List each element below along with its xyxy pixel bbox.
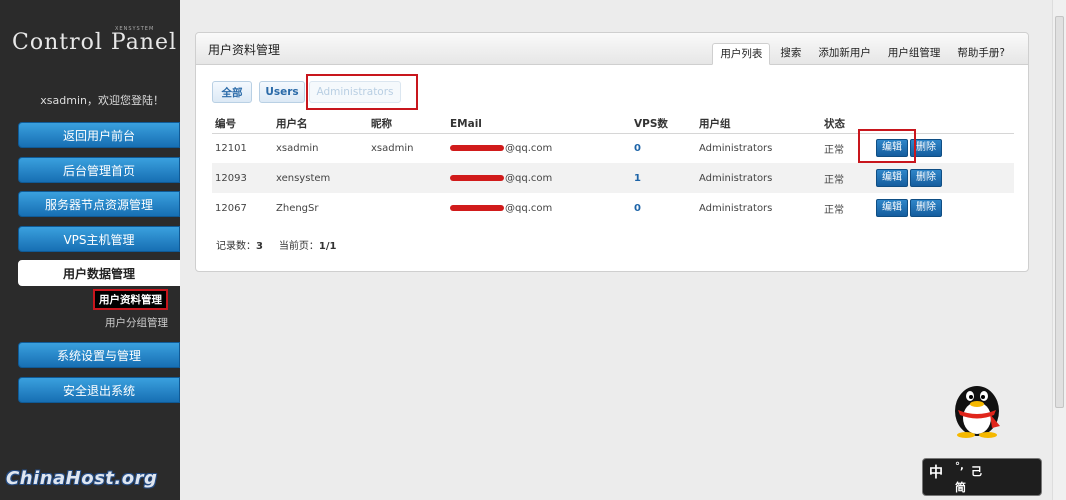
- panel-header: 用户资料管理 用户列表 搜索 添加新用户 用户组管理 帮助手册?: [196, 33, 1028, 65]
- ime-toolbar[interactable]: 中 °, 己 简: [922, 458, 1042, 496]
- cell-status: 正常: [824, 204, 844, 216]
- redaction-mark: [450, 174, 504, 181]
- nav-logout[interactable]: 安全退出系统: [18, 377, 180, 403]
- tab-bar: 用户列表 搜索 添加新用户 用户组管理 帮助手册?: [709, 43, 1012, 65]
- highlight-box: [858, 129, 916, 163]
- col-email: EMail: [447, 115, 631, 134]
- ime-mode-chinese[interactable]: 中: [929, 462, 943, 482]
- col-vps-count: VPS数: [631, 115, 696, 134]
- sidebar-item-user-groups[interactable]: 用户分组管理: [105, 315, 168, 330]
- cell-nickname: [368, 193, 447, 223]
- tab-help[interactable]: 帮助手册?: [950, 43, 1012, 65]
- cell-vps-count[interactable]: 1: [631, 163, 696, 193]
- page-title: 用户资料管理: [208, 43, 281, 57]
- cell-email: @qq.com: [447, 193, 631, 223]
- cell-vps-count[interactable]: 0: [631, 133, 696, 163]
- redaction-mark: [450, 204, 504, 211]
- user-panel: 用户资料管理 用户列表 搜索 添加新用户 用户组管理 帮助手册? 全部 User…: [195, 32, 1029, 272]
- sidebar-item-user-profiles[interactable]: 用户资料管理: [93, 289, 168, 310]
- records-count: 3: [256, 241, 263, 252]
- welcome-text: xsadmin，欢迎您登陆！: [40, 94, 164, 107]
- qq-penguin-icon[interactable]: [942, 378, 1012, 438]
- ime-fullwidth[interactable]: 己: [971, 463, 982, 479]
- watermark-logo: ChinaHost.org: [6, 468, 158, 489]
- redaction-mark: [450, 144, 504, 151]
- cell-email: @qq.com: [447, 133, 631, 163]
- email-suffix: @qq.com: [505, 202, 553, 214]
- ime-simplified[interactable]: 简: [955, 479, 966, 495]
- nav-server-nodes[interactable]: 服务器节点资源管理: [18, 191, 180, 217]
- ime-punctuation[interactable]: °,: [955, 461, 964, 472]
- cell-nickname: xsadmin: [371, 142, 414, 154]
- cell-group: Administrators: [699, 202, 773, 214]
- delete-button[interactable]: 删除: [910, 169, 942, 187]
- highlight-box: [306, 74, 418, 110]
- edit-button[interactable]: 编辑: [876, 169, 908, 187]
- table-row: 12093 xensystem @qq.com 1 Administrators…: [212, 163, 1014, 193]
- cell-id: 12101: [215, 142, 247, 154]
- sidebar: XENSYSTEM Control Panel xsadmin，欢迎您登陆！ 返…: [0, 0, 180, 500]
- cell-username: xensystem: [273, 163, 368, 193]
- cell-email: @qq.com: [447, 163, 631, 193]
- cell-group: Administrators: [699, 142, 773, 154]
- cell-vps-count[interactable]: 0: [631, 193, 696, 223]
- cell-username: xsadmin: [276, 142, 319, 154]
- nav-system-settings[interactable]: 系统设置与管理: [18, 342, 180, 368]
- records-label: 记录数：: [216, 241, 256, 252]
- tab-search[interactable]: 搜索: [773, 43, 808, 65]
- cell-actions: 编辑 删除: [873, 193, 1014, 223]
- nav-admin-home[interactable]: 后台管理首页: [18, 157, 180, 183]
- col-id: 编号: [212, 115, 273, 134]
- edit-button[interactable]: 编辑: [876, 199, 908, 217]
- tab-add-user[interactable]: 添加新用户: [811, 43, 878, 65]
- cell-actions: 编辑 删除: [873, 163, 1014, 193]
- tab-user-list[interactable]: 用户列表: [712, 43, 771, 65]
- tab-group-manage[interactable]: 用户组管理: [881, 43, 948, 65]
- cell-id: 12093: [212, 163, 273, 193]
- filter-users-button[interactable]: Users: [259, 81, 305, 103]
- filter-all-button[interactable]: 全部: [212, 81, 252, 103]
- table-row: 12067 ZhengSr @qq.com 0 Administrators 正…: [212, 193, 1014, 223]
- table-footer: 记录数：3 当前页：1/1: [216, 237, 336, 252]
- nav-user-frontend[interactable]: 返回用户前台: [18, 122, 180, 148]
- cell-username: ZhengSr: [276, 202, 319, 214]
- col-username: 用户名: [273, 115, 368, 134]
- brand-logo: Control Panel: [12, 30, 178, 55]
- page-scrollbar[interactable]: [1052, 0, 1066, 500]
- cell-status: 正常: [821, 163, 873, 193]
- nav-user-data[interactable]: 用户数据管理: [18, 260, 180, 286]
- col-group: 用户组: [696, 115, 821, 134]
- col-nickname: 昵称: [368, 115, 447, 134]
- cell-id: 12067: [215, 202, 247, 214]
- delete-button[interactable]: 删除: [910, 199, 942, 217]
- cell-group: Administrators: [696, 163, 821, 193]
- nav-vps-hosts[interactable]: VPS主机管理: [18, 226, 180, 252]
- email-suffix: @qq.com: [505, 142, 553, 154]
- scrollbar-thumb[interactable]: [1055, 16, 1064, 408]
- page-number: 1/1: [318, 241, 337, 252]
- email-suffix: @qq.com: [505, 172, 553, 184]
- page-label: 当前页：: [278, 241, 319, 252]
- cell-nickname: [368, 163, 447, 193]
